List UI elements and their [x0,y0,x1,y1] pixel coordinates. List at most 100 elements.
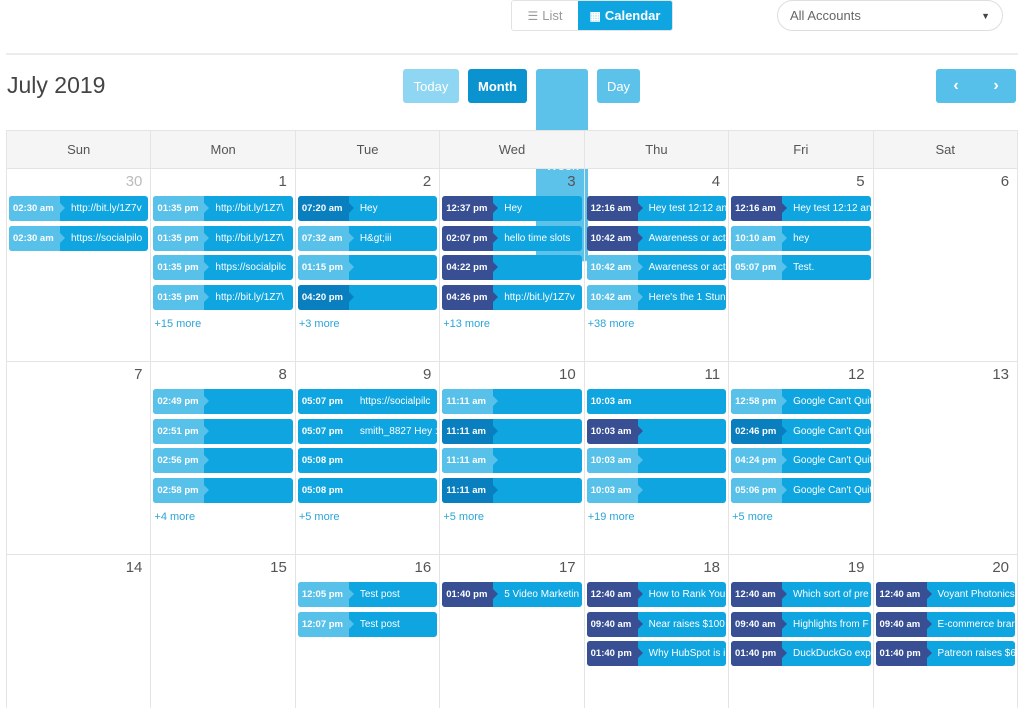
calendar-event[interactable]: 02:30 am https://socialpilo [9,225,149,251]
calendar-event[interactable]: 12:40 am How to Rank You [586,582,727,607]
more-events-link[interactable]: +5 more [442,511,484,523]
calendar-event[interactable]: 02:46 pm Google Can't Quit [731,418,871,444]
calendar-event[interactable]: 01:40 pm Why HubSpot is i [586,641,727,666]
calendar-event[interactable]: 10:42 am Awareness or act [586,225,727,251]
calendar-event[interactable]: 12:40 am Voyant Photonics [875,582,1016,607]
day-cell[interactable]: 13 [874,362,1019,554]
day-cell[interactable]: 11 10:03 am 10:03 am 10:03 am 10:03 am +19 mo… [585,362,730,554]
calendar-event[interactable]: 09:40 am Highlights from F [731,611,871,637]
day-button[interactable]: Day [597,69,640,103]
event-time: 05:08 pm [297,448,349,473]
account-select[interactable]: All Accounts ▼ [777,0,1003,31]
calendar-event[interactable]: 09:40 am Near raises $100 [586,611,727,637]
calendar-event[interactable]: 11:11 am [442,448,582,473]
more-events-link[interactable]: +15 more [153,318,201,330]
day-cell[interactable]: 9 05:07 pm https://socialpilc 05:07 pm smith… [296,362,441,554]
day-cell[interactable]: 20 12:40 am Voyant Photonics 09:40 am E-comm… [874,555,1019,708]
calendar-event[interactable]: 05:07 pm Test. [731,255,871,280]
calendar-event[interactable]: 02:56 pm [153,448,293,473]
event-title [349,448,438,473]
day-number: 14 [125,559,143,576]
list-view-label: List [542,8,563,23]
day-cell[interactable]: 5 12:16 am Hey test 12:12 an 10:10 am hey 05:… [729,169,874,361]
day-cell[interactable]: 14 [7,555,152,708]
calendar-event[interactable]: 10:03 am [586,448,727,473]
calendar-event[interactable]: 12:16 am Hey test 12:12 an [731,196,871,221]
more-events-link[interactable]: +19 more [587,511,635,523]
more-events-link[interactable]: +5 more [731,511,773,523]
day-cell[interactable]: 1 01:35 pm http://bit.ly/1Z7\ 01:35 pm http:… [151,169,296,361]
calendar-event[interactable]: 01:35 pm https://socialpilc [153,255,293,280]
calendar-event[interactable]: 12:16 am Hey test 12:12 an [586,196,727,221]
day-cell[interactable]: 6 [874,169,1019,361]
list-view-button[interactable]: ☰ List [512,1,578,30]
calendar-event[interactable]: 05:07 pm smith_8827 Hey : [297,418,438,444]
calendar-event[interactable]: 01:40 pm DuckDuckGo exp [731,641,871,666]
calendar-event[interactable]: 04:22 pm [442,255,582,280]
event-title: hello time slots [504,232,571,244]
calendar-event[interactable]: 10:03 am [586,389,727,414]
calendar-event[interactable]: 09:40 am E-commerce brar [875,611,1016,637]
calendar-event[interactable]: 01:35 pm http://bit.ly/1Z7\ [153,196,293,221]
day-cell[interactable]: 16 12:05 pm Test post 12:07 pm Test post [296,555,441,708]
calendar-event[interactable]: 01:40 pm 5 Video Marketin [442,582,582,607]
day-cell[interactable]: 10 11:11 am 11:11 am 11:11 am 11:11 am +5 mor… [440,362,585,554]
event-title: Highlights from F [793,618,869,630]
calendar-event[interactable]: 11:11 am [442,418,582,444]
calendar-event[interactable]: 02:49 pm [153,389,293,414]
calendar-event[interactable]: 10:10 am hey [731,225,871,251]
calendar-event[interactable]: 10:42 am Awareness or act [586,255,727,280]
calendar-event[interactable]: 01:40 pm Patreon raises $6 [875,641,1016,666]
calendar-event[interactable]: 10:03 am [586,418,727,444]
calendar-event[interactable]: 02:30 am http://bit.ly/1Z7v [9,196,149,221]
calendar-event[interactable]: 04:20 pm [297,284,438,310]
calendar-event[interactable]: 04:26 pm http://bit.ly/1Z7v [442,284,582,310]
day-cell[interactable]: 18 12:40 am How to Rank You 09:40 am Near ra… [585,555,730,708]
next-month-button[interactable]: › [976,69,1016,103]
today-button[interactable]: Today [403,69,459,103]
calendar-event[interactable]: 07:20 am Hey [297,196,438,221]
day-cell[interactable]: 17 01:40 pm 5 Video Marketin [440,555,585,708]
more-events-link[interactable]: +3 more [298,318,340,330]
calendar-event[interactable]: 01:35 pm http://bit.ly/1Z7\ [153,225,293,251]
day-cell[interactable]: 15 [151,555,296,708]
more-events-link[interactable]: +38 more [587,318,635,330]
calendar-event[interactable]: 12:07 pm Test post [297,611,438,637]
event-time: 11:11 am [442,448,499,473]
day-cell[interactable]: 2 07:20 am Hey 07:32 am H&gt;iii 01:15 pm 04:2… [296,169,441,361]
calendar-event[interactable]: 01:35 pm http://bit.ly/1Z7\ [153,284,293,310]
calendar-event[interactable]: 12:40 am Which sort of pre [731,582,871,607]
calendar-event[interactable]: 10:03 am [586,477,727,503]
calendar-event[interactable]: 12:05 pm Test post [297,582,438,607]
calendar-event[interactable]: 04:24 pm Google Can't Quit [731,448,871,473]
event-title: http://bit.ly/1Z7\ [215,203,284,214]
calendar-event[interactable]: 07:32 am H&gt;iii [297,225,438,251]
day-cell[interactable]: 3 12:37 pm Hey 02:07 pm hello time slots 04:2… [440,169,585,361]
calendar-event[interactable]: 11:11 am [442,477,582,503]
more-events-link[interactable]: +4 more [153,511,195,523]
calendar-event[interactable]: 02:58 pm [153,477,293,503]
calendar-event[interactable]: 02:51 pm [153,418,293,444]
calendar-event[interactable]: 05:08 pm [297,448,438,473]
calendar-event[interactable]: 12:58 pm Google Can't Quit [731,389,871,414]
calendar-event[interactable]: 01:15 pm [297,255,438,280]
calendar-event[interactable]: 05:08 pm [297,477,438,503]
day-cell[interactable]: 7 [7,362,152,554]
calendar-event[interactable]: 12:37 pm Hey [442,196,582,221]
calendar-event[interactable]: 11:11 am [442,389,582,414]
calendar-event[interactable]: 02:07 pm hello time slots [442,225,582,251]
calendar-view-button[interactable]: ▦ Calendar [578,1,672,30]
more-events-link[interactable]: +13 more [442,318,490,330]
day-number: 10 [559,366,576,383]
prev-month-button[interactable]: ‹ [936,69,976,103]
day-cell[interactable]: 12 12:58 pm Google Can't Quit 02:46 pm Googl… [729,362,874,554]
day-cell[interactable]: 19 12:40 am Which sort of pre 09:40 am Highl… [729,555,874,708]
calendar-event[interactable]: 05:06 pm Google Can't Quit [731,477,871,503]
calendar-event[interactable]: 05:07 pm https://socialpilc [297,389,438,414]
day-cell[interactable]: 8 02:49 pm 02:51 pm 02:56 pm 02:58 pm +4 more [151,362,296,554]
calendar-event[interactable]: 10:42 am Here's the 1 Stun [586,284,727,310]
day-cell[interactable]: 4 12:16 am Hey test 12:12 an 10:42 am Awaren… [585,169,730,361]
month-button[interactable]: Month [468,69,527,103]
more-events-link[interactable]: +5 more [298,511,340,523]
day-cell[interactable]: 30 02:30 am http://bit.ly/1Z7v 02:30 am http… [7,169,152,361]
